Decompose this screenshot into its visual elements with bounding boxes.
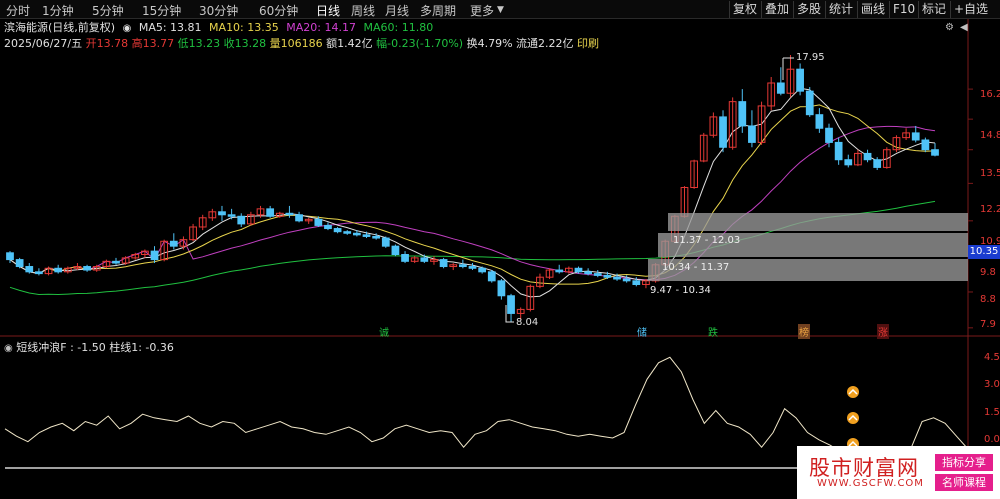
axis-tick-6: 8.8 <box>980 294 996 305</box>
candle-body <box>555 269 564 273</box>
axis-tick-1: 14.8 <box>980 130 1000 141</box>
axis-tick-7: 7.9 <box>980 319 996 330</box>
candle-body <box>931 149 939 156</box>
candle-body <box>218 211 226 216</box>
candle-body <box>25 266 34 273</box>
candle-body <box>295 214 303 222</box>
watermark-tag-1: 指标分享 <box>935 454 993 471</box>
current-price-tag: 10.35 <box>968 245 1000 259</box>
marker-die[interactable]: 跌 <box>708 324 718 339</box>
candle-body <box>776 82 785 94</box>
candle-body <box>468 266 477 269</box>
candle-body <box>873 159 882 168</box>
marker-bang[interactable]: 榜 <box>798 324 810 339</box>
candle-body <box>343 231 352 234</box>
watermark-url: WWW.GSCFW.COM <box>817 478 924 489</box>
candle-body <box>748 125 756 143</box>
candle-body <box>391 245 400 256</box>
candle-body <box>54 267 63 273</box>
signal-up-icon <box>847 386 859 398</box>
candle-body <box>834 141 843 161</box>
candle-body <box>632 280 641 286</box>
candle-body <box>497 280 506 297</box>
candle-body <box>6 252 14 261</box>
candle-body <box>15 259 24 268</box>
candle-body <box>574 267 583 273</box>
axis-tick-3: 12.2 <box>980 204 1000 215</box>
candle-body <box>805 90 814 116</box>
candle-body <box>815 114 824 129</box>
ind-axis-tick-0: 4.5 <box>984 352 1000 363</box>
candle-body <box>584 271 592 275</box>
site-watermark: 股市财富网 WWW.GSCFW.COM 指标分享 名师课程 <box>797 446 1000 499</box>
settings-gear-icon[interactable]: ⚙ <box>945 22 954 33</box>
candle-body <box>622 278 631 282</box>
candle-body <box>439 259 448 268</box>
watermark-tag-2: 名师课程 <box>935 474 993 491</box>
candle-body <box>353 232 361 236</box>
candle-body <box>266 208 275 217</box>
candle-body <box>237 215 246 225</box>
candle-body <box>487 271 496 282</box>
ind-axis-tick-2: 1.5 <box>984 407 1000 418</box>
candle-body <box>381 237 390 247</box>
candle-body <box>150 250 159 261</box>
candle-body <box>738 101 747 127</box>
candle-body <box>285 212 294 216</box>
axis-tick-0: 16.2 <box>980 89 1000 100</box>
candle-body <box>169 240 178 247</box>
low-price-label: 8.04 <box>516 317 539 328</box>
collapse-left-icon[interactable]: ◀ <box>960 22 968 33</box>
signal-up-icon <box>847 412 859 424</box>
marker-zhang[interactable]: 涨 <box>877 324 889 339</box>
candle-body <box>844 159 853 166</box>
candle-body <box>863 152 872 161</box>
candle-body <box>478 267 487 273</box>
candle-body <box>921 139 930 151</box>
candle-body <box>613 276 621 280</box>
ind-axis-tick-1: 3.0 <box>984 379 1000 390</box>
zone-label-lower: 9.47 - 10.34 <box>650 285 711 296</box>
indicator-name: 短线冲浪F <box>16 341 67 354</box>
ind-axis-tick-3: 0.0 <box>984 434 1000 445</box>
candle-body <box>603 274 612 278</box>
candle-body <box>796 68 804 92</box>
candle-body <box>83 266 91 271</box>
candle-body <box>362 234 371 237</box>
zone-label-upper: 11.37 - 12.03 <box>673 235 741 246</box>
candle-body <box>227 214 236 217</box>
candle-body <box>372 235 381 239</box>
candle-body <box>314 218 323 226</box>
axis-tick-2: 13.5 <box>980 168 1000 179</box>
candle-body <box>507 295 515 314</box>
candle-body <box>112 260 120 264</box>
candle-body <box>420 257 429 262</box>
candle-body <box>719 116 727 148</box>
indicator-bar-value: 柱线1: -0.36 <box>109 341 174 354</box>
indicator-settings-icon[interactable]: ◉ <box>4 343 13 354</box>
candle-body <box>825 127 833 143</box>
candle-body <box>333 228 342 233</box>
marker-cheng[interactable]: 诚 <box>379 324 389 339</box>
high-price-label: 17.95 <box>796 52 825 63</box>
candle-body <box>324 224 332 230</box>
candle-body <box>35 271 43 275</box>
marker-chu[interactable]: 储 <box>637 324 647 339</box>
zone-label-middle: 10.34 - 11.37 <box>662 262 730 273</box>
axis-tick-5: 9.8 <box>980 267 996 278</box>
candle-body <box>458 264 467 268</box>
indicator-value: : -1.50 <box>70 341 106 354</box>
candle-body <box>911 132 920 141</box>
candle-body <box>593 273 602 276</box>
candle-body <box>401 254 409 262</box>
indicator-title-line: ◉ 短线冲浪F : -1.50 柱线1: -0.36 <box>4 339 174 355</box>
zone-box-upper <box>668 213 968 231</box>
